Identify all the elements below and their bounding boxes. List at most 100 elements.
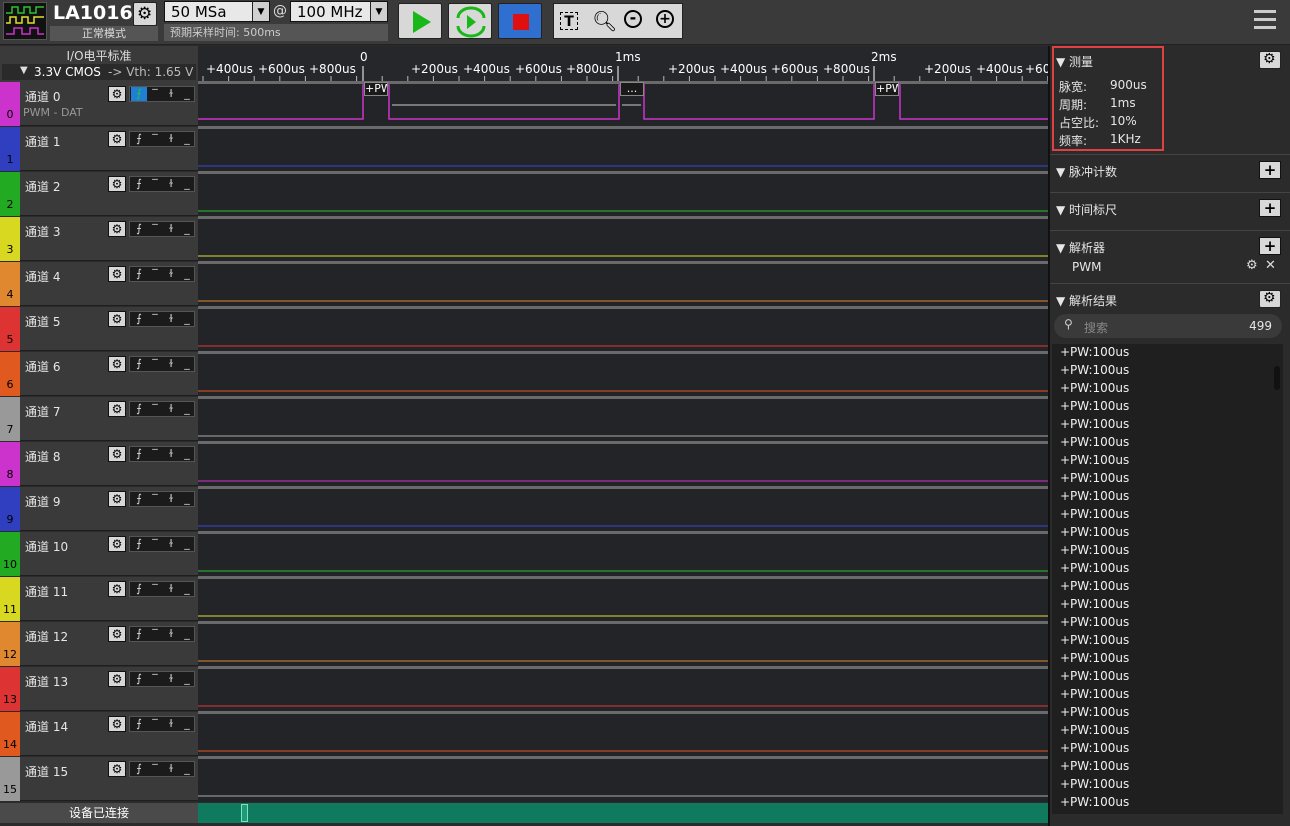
falling-edge-icon[interactable]: ɫ (163, 537, 179, 551)
rising-edge-icon[interactable]: ⨍ (131, 582, 147, 596)
rising-edge-icon[interactable]: ⨍ (131, 222, 147, 236)
falling-edge-icon[interactable]: ɫ (163, 87, 179, 101)
measure-settings-button[interactable]: ⚙ (1259, 51, 1281, 69)
low-level-icon[interactable]: _ (179, 222, 195, 236)
trigger-selector[interactable]: ⨍ ‾ ɫ _ (129, 311, 195, 327)
falling-edge-icon[interactable]: ɫ (163, 177, 179, 191)
result-item[interactable]: +PW:100us (1060, 471, 1129, 485)
channel-settings-button[interactable]: ⚙ (108, 176, 126, 192)
result-item[interactable]: +PW:100us (1060, 579, 1129, 593)
channel-row-11[interactable]: 11 通道 11 ⚙ ⨍ ‾ ɫ _ (0, 577, 198, 621)
falling-edge-icon[interactable]: ɫ (163, 762, 179, 776)
trigger-selector[interactable]: ⨍ ‾ ɫ _ (129, 446, 195, 462)
channel-row-8[interactable]: 8 通道 8 ⚙ ⨍ ‾ ɫ _ (0, 442, 198, 486)
results-search-input[interactable]: ⚲ 搜索 499 (1054, 314, 1282, 338)
channel-row-14[interactable]: 14 通道 14 ⚙ ⨍ ‾ ɫ _ (0, 712, 198, 756)
channel-settings-button[interactable]: ⚙ (108, 716, 126, 732)
result-item[interactable]: +PW:100us (1060, 615, 1129, 629)
trigger-selector[interactable]: ⨍ ‾ ɫ _ (129, 176, 195, 192)
measure-header[interactable]: ▼ 测量 (1056, 53, 1093, 70)
results-list[interactable]: +PW:100us +PW:100us +PW:100us +PW:100us +PW:… (1052, 344, 1283, 814)
channel-row-3[interactable]: 3 通道 3 ⚙ ⨍ ‾ ɫ _ (0, 217, 198, 261)
falling-edge-icon[interactable]: ɫ (163, 312, 179, 326)
rising-edge-icon[interactable]: ⨍ (131, 447, 147, 461)
trigger-selector[interactable]: ⨍ ‾ ɫ _ (129, 536, 195, 552)
result-item[interactable]: +PW:100us (1060, 597, 1129, 611)
run-button[interactable] (398, 3, 442, 39)
falling-edge-icon[interactable]: ɫ (163, 132, 179, 146)
rising-edge-icon[interactable]: ⨍ (131, 87, 147, 101)
trigger-selector[interactable]: ⨍ ‾ ɫ _ (129, 131, 195, 147)
channel-settings-button[interactable]: ⚙ (108, 626, 126, 642)
time-ruler[interactable]: +400us +600us +800us +200us +400us +600us +800… (198, 46, 1050, 81)
decoders-header[interactable]: ▼ 解析器 (1056, 239, 1105, 256)
rising-edge-icon[interactable]: ⨍ (131, 717, 147, 731)
trigger-selector[interactable]: ⨍ ‾ ɫ _ (129, 86, 195, 102)
result-item[interactable]: +PW:100us (1060, 759, 1129, 773)
high-level-icon[interactable]: ‾ (147, 582, 163, 596)
channel-row-2[interactable]: 2 通道 2 ⚙ ⨍ ‾ ɫ _ (0, 172, 198, 216)
rising-edge-icon[interactable]: ⨍ (131, 312, 147, 326)
rising-edge-icon[interactable]: ⨍ (131, 132, 147, 146)
zoom-out-icon[interactable]: - (624, 10, 642, 28)
low-level-icon[interactable]: _ (179, 627, 195, 641)
trigger-selector[interactable]: ⨍ ‾ ɫ _ (129, 581, 195, 597)
sample-rate-select[interactable]: 100 MHz ▼ (290, 1, 388, 22)
result-item[interactable]: +PW:100us (1060, 507, 1129, 521)
channel-settings-button[interactable]: ⚙ (108, 401, 126, 417)
channel-settings-button[interactable]: ⚙ (108, 581, 126, 597)
decode-label[interactable]: ... (620, 82, 644, 96)
channel-row-12[interactable]: 12 通道 12 ⚙ ⨍ ‾ ɫ _ (0, 622, 198, 666)
high-level-icon[interactable]: ‾ (147, 717, 163, 731)
result-item[interactable]: +PW:100us (1060, 345, 1129, 359)
falling-edge-icon[interactable]: ɫ (163, 492, 179, 506)
trigger-selector[interactable]: ⨍ ‾ ɫ _ (129, 716, 195, 732)
channel-settings-button[interactable]: ⚙ (108, 311, 126, 327)
result-item[interactable]: +PW:100us (1060, 489, 1129, 503)
low-level-icon[interactable]: _ (179, 492, 195, 506)
trigger-selector[interactable]: ⨍ ‾ ɫ _ (129, 626, 195, 642)
high-level-icon[interactable]: ‾ (147, 312, 163, 326)
channel-settings-button[interactable]: ⚙ (108, 446, 126, 462)
low-level-icon[interactable]: _ (179, 582, 195, 596)
falling-edge-icon[interactable]: ɫ (163, 717, 179, 731)
channel-settings-button[interactable]: ⚙ (108, 356, 126, 372)
high-level-icon[interactable]: ‾ (147, 537, 163, 551)
channel-row-9[interactable]: 9 通道 9 ⚙ ⨍ ‾ ɫ _ (0, 487, 198, 531)
channel-row-4[interactable]: 4 通道 4 ⚙ ⨍ ‾ ɫ _ (0, 262, 198, 306)
add-time-ruler-button[interactable]: + (1259, 199, 1281, 217)
text-tool-icon[interactable]: T (560, 12, 578, 30)
result-item[interactable]: +PW:100us (1060, 435, 1129, 449)
falling-edge-icon[interactable]: ɫ (163, 222, 179, 236)
remove-decoder-icon[interactable]: ✕ (1265, 258, 1276, 273)
trigger-selector[interactable]: ⨍ ‾ ɫ _ (129, 401, 195, 417)
channel-settings-button[interactable]: ⚙ (108, 671, 126, 687)
high-level-icon[interactable]: ‾ (147, 132, 163, 146)
add-pulse-count-button[interactable]: + (1259, 161, 1281, 179)
channel-settings-button[interactable]: ⚙ (108, 221, 126, 237)
time-ruler-header[interactable]: ▼ 时间标尺 (1056, 201, 1117, 218)
low-level-icon[interactable]: _ (179, 267, 195, 281)
channel-row-5[interactable]: 5 通道 5 ⚙ ⨍ ‾ ɫ _ (0, 307, 198, 351)
overview-viewport[interactable] (241, 804, 248, 822)
low-level-icon[interactable]: _ (179, 762, 195, 776)
rising-edge-icon[interactable]: ⨍ (131, 537, 147, 551)
result-item[interactable]: +PW:100us (1060, 543, 1129, 557)
low-level-icon[interactable]: _ (179, 537, 195, 551)
result-item[interactable]: +PW:100us (1060, 795, 1129, 809)
rising-edge-icon[interactable]: ⨍ (131, 267, 147, 281)
io-standard-select[interactable]: ▼ 3.3V CMOS -> Vth: 1.65 V (2, 64, 196, 80)
result-item[interactable]: +PW:100us (1060, 561, 1129, 575)
channel-settings-button[interactable]: ⚙ (108, 491, 126, 507)
decoder-item-pwm[interactable]: PWM (1072, 260, 1101, 274)
high-level-icon[interactable]: ‾ (147, 402, 163, 416)
low-level-icon[interactable]: _ (179, 132, 195, 146)
decoder-settings-icon[interactable]: ⚙ (1246, 258, 1258, 273)
result-item[interactable]: +PW:100us (1060, 417, 1129, 431)
result-item[interactable]: +PW:100us (1060, 741, 1129, 755)
trigger-selector[interactable]: ⨍ ‾ ɫ _ (129, 491, 195, 507)
result-item[interactable]: +PW:100us (1060, 633, 1129, 647)
rising-edge-icon[interactable]: ⨍ (131, 177, 147, 191)
trigger-selector[interactable]: ⨍ ‾ ɫ _ (129, 266, 195, 282)
high-level-icon[interactable]: ‾ (147, 447, 163, 461)
